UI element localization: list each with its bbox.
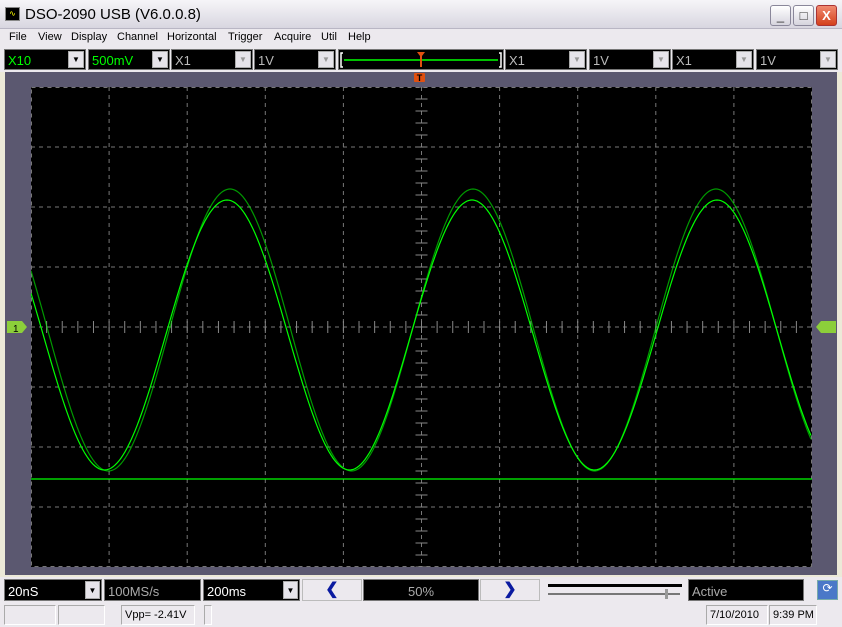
menu-horizontal[interactable]: Horizontal	[167, 31, 217, 43]
ch3-probe-select[interactable]: X1 ▼	[505, 49, 587, 70]
status-cell-empty	[4, 605, 56, 625]
sample-rate-value: 100MS/s	[108, 584, 160, 599]
app-icon: ∿	[5, 7, 20, 21]
menu-bar: File View Display Channel Horizontal Tri…	[0, 29, 842, 47]
status-cell-empty	[58, 605, 105, 625]
channel1-marker-label: 1	[13, 324, 19, 334]
ch4-volts-select[interactable]: 1V ▼	[756, 49, 838, 70]
chevron-down-icon[interactable]: ▼	[235, 51, 251, 68]
chevron-down-icon[interactable]: ▼	[569, 51, 585, 68]
menu-view[interactable]: View	[38, 31, 62, 43]
ch2-probe-value: X1	[175, 53, 191, 68]
ch1-probe-value: X10	[8, 53, 32, 68]
chevron-down-icon[interactable]: ▼	[68, 51, 84, 68]
trigger-level-marker-icon[interactable]	[816, 321, 836, 334]
chevron-down-icon[interactable]: ▼	[736, 51, 752, 68]
menu-display[interactable]: Display	[71, 31, 107, 43]
ch3-probe-value: X1	[509, 53, 525, 68]
ch1-probe-select[interactable]: X10 ▼	[4, 49, 86, 70]
ch4-volts-value: 1V	[760, 53, 776, 68]
trigger-position-slider[interactable]	[338, 49, 504, 70]
ch1-volts-select[interactable]: 500mV ▼	[88, 49, 170, 70]
title-bar: ∿ DSO-2090 USB (V6.0.0.8) _ □ X	[0, 0, 842, 29]
status-bar: Vpp= -2.41V 7/10/2010 9:39 PM	[0, 603, 842, 627]
refresh-icon[interactable]: ⟳	[817, 580, 838, 600]
horizontal-position-slider[interactable]	[546, 580, 684, 600]
scroll-right-button[interactable]: ❯	[480, 579, 540, 601]
ch3-volts-value: 1V	[593, 53, 609, 68]
ch4-probe-value: X1	[676, 53, 692, 68]
chevron-down-icon[interactable]: ▼	[318, 51, 334, 68]
waveform-display	[30, 86, 812, 568]
ch2-probe-select[interactable]: X1 ▼	[171, 49, 253, 70]
scroll-left-button[interactable]: ❮	[302, 579, 362, 601]
status-time: 9:39 PM	[769, 605, 817, 625]
status-cell-empty	[204, 605, 212, 625]
state-value: Active	[692, 584, 728, 599]
trigger-time-marker-icon[interactable]: T	[414, 73, 426, 83]
timebase-value: 20nS	[8, 584, 39, 599]
ch2-volts-select[interactable]: 1V ▼	[254, 49, 336, 70]
chevron-down-icon[interactable]: ▼	[653, 51, 669, 68]
close-button[interactable]: X	[816, 5, 837, 26]
menu-help[interactable]: Help	[348, 31, 371, 43]
status-date: 7/10/2010	[706, 605, 768, 625]
chevron-down-icon[interactable]: ▼	[152, 51, 168, 68]
sample-rate-display: 100MS/s	[104, 579, 201, 601]
chevron-down-icon[interactable]: ▼	[820, 51, 836, 68]
timebase-select[interactable]: 20nS ▼	[4, 579, 102, 601]
menu-util[interactable]: Util	[321, 31, 337, 43]
ch4-probe-select[interactable]: X1 ▼	[672, 49, 754, 70]
maximize-button[interactable]: □	[793, 5, 814, 26]
window-title: DSO-2090 USB (V6.0.0.8)	[25, 6, 201, 23]
chevron-down-icon[interactable]: ▼	[85, 581, 100, 599]
position-display: 50%	[363, 579, 479, 601]
acquisition-state: Active	[688, 579, 804, 601]
ch1-volts-value: 500mV	[92, 53, 134, 68]
menu-acquire[interactable]: Acquire	[274, 31, 311, 43]
minimize-button[interactable]: _	[770, 5, 791, 26]
vpp-measurement: Vpp= -2.41V	[121, 605, 195, 625]
trigger-position-graphic	[340, 52, 502, 68]
horizontal-toolbar: 20nS ▼ 100MS/s 200ms ▼ ❮ 50% ❯ Active ⟳	[0, 577, 842, 603]
position-value: 50%	[407, 584, 435, 599]
interval-value: 200ms	[207, 584, 247, 599]
svg-text:T: T	[417, 73, 423, 83]
interval-select[interactable]: 200ms ▼	[203, 579, 300, 601]
ch2-volts-value: 1V	[258, 53, 274, 68]
chevron-down-icon[interactable]: ▼	[283, 581, 298, 599]
scope-screen[interactable]	[30, 86, 812, 568]
channel1-level-marker-icon[interactable]: 1	[7, 321, 27, 334]
menu-file[interactable]: File	[9, 31, 27, 43]
ch3-volts-select[interactable]: 1V ▼	[589, 49, 671, 70]
menu-trigger[interactable]: Trigger	[228, 31, 262, 43]
menu-channel[interactable]: Channel	[117, 31, 158, 43]
